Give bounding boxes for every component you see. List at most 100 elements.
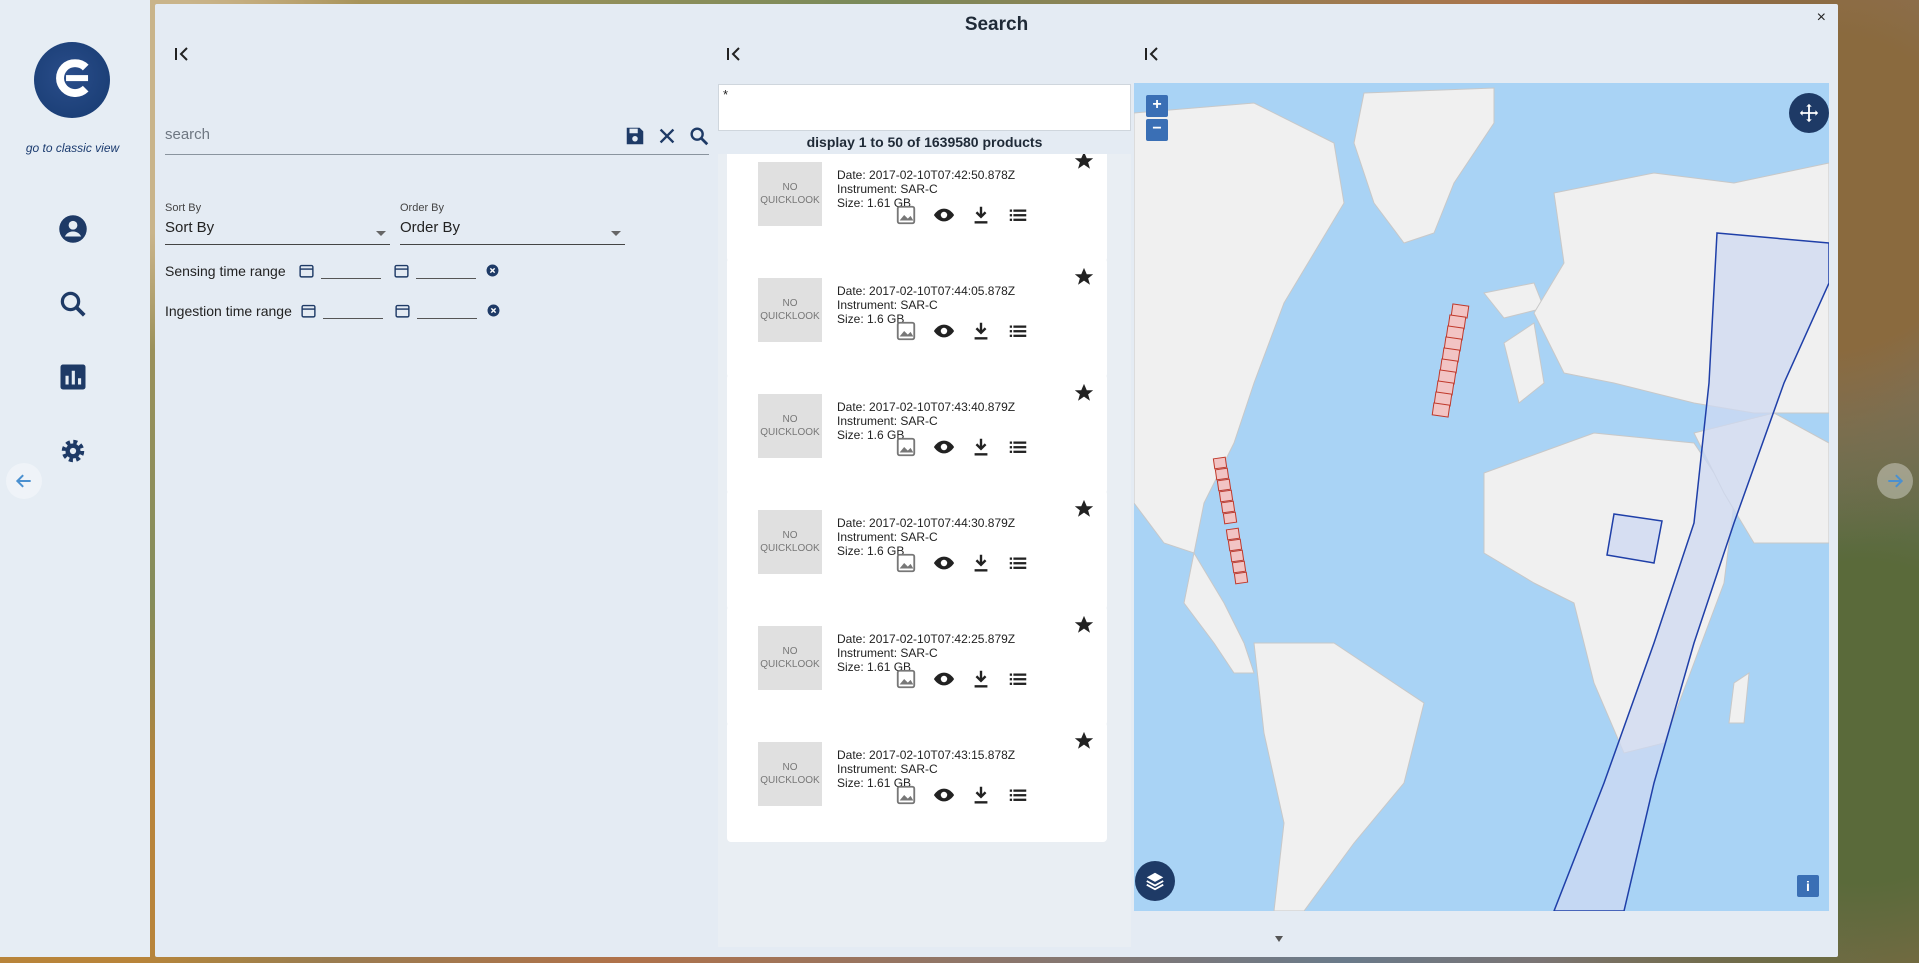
no-quicklook-placeholder: NO QUICKLOOK (758, 162, 822, 226)
zoom-in-button[interactable]: + (1146, 95, 1168, 117)
stats-icon[interactable] (58, 362, 88, 392)
quicklook-image-icon[interactable] (895, 668, 917, 690)
view-icon[interactable] (933, 320, 955, 342)
quicklook-image-icon[interactable] (895, 552, 917, 574)
details-list-icon[interactable] (1007, 436, 1029, 458)
calendar-icon[interactable] (394, 302, 411, 319)
view-icon[interactable] (933, 204, 955, 226)
fullscreen-button[interactable] (1789, 93, 1829, 133)
no-quicklook-line1: NO (782, 646, 798, 657)
ingestion-start-date[interactable] (323, 318, 383, 319)
details-list-icon[interactable] (1007, 320, 1029, 342)
star-icon[interactable] (1073, 730, 1095, 752)
view-icon[interactable] (933, 436, 955, 458)
no-quicklook-line1: NO (782, 762, 798, 773)
clear-range-icon[interactable] (487, 304, 500, 317)
result-card[interactable]: NO QUICKLOOK Date: 2017-02-10T07:43:40.87… (727, 374, 1107, 494)
download-icon[interactable] (970, 784, 992, 806)
quicklook-image-icon[interactable] (895, 784, 917, 806)
layers-icon (1146, 872, 1164, 891)
save-icon[interactable] (624, 125, 646, 147)
sort-by-select[interactable]: Sort By (165, 219, 390, 245)
product-date: Date: 2017-02-10T07:43:15.878Z (837, 748, 1016, 762)
sensing-end-date[interactable] (416, 278, 476, 279)
result-card[interactable]: NO QUICKLOOK Date: 2017-02-10T07:44:30.87… (727, 490, 1107, 610)
sort-by-label: Sort By (165, 202, 202, 214)
clear-icon[interactable] (656, 125, 678, 147)
calendar-icon[interactable] (300, 302, 317, 319)
result-card[interactable]: NO QUICKLOOK Date: 2017-02-10T07:42:25.87… (727, 606, 1107, 726)
no-quicklook-placeholder: NO QUICKLOOK (758, 626, 822, 690)
order-by-value: Order By (400, 219, 461, 236)
view-icon[interactable] (933, 552, 955, 574)
no-quicklook-line2: QUICKLOOK (760, 543, 820, 554)
star-icon[interactable] (1073, 614, 1095, 636)
layers-button[interactable] (1135, 861, 1175, 901)
user-icon[interactable] (58, 214, 88, 244)
query-textarea[interactable]: * (718, 84, 1131, 131)
download-icon[interactable] (970, 436, 992, 458)
details-list-icon[interactable] (1007, 552, 1029, 574)
product-instrument: Instrument: SAR-C (837, 762, 938, 776)
view-icon[interactable] (933, 784, 955, 806)
quicklook-image-icon[interactable] (895, 320, 917, 342)
search-submit-icon[interactable] (688, 125, 710, 147)
result-card[interactable]: NO QUICKLOOK Date: 2017-02-10T07:43:15.87… (727, 722, 1107, 842)
sort-by-value: Sort By (165, 219, 215, 236)
no-quicklook-line2: QUICKLOOK (760, 195, 820, 206)
page-title: Search (964, 14, 1029, 35)
search-input[interactable]: search (165, 119, 709, 155)
move-arrows-icon (1799, 103, 1819, 123)
previous-arrow-button[interactable] (6, 463, 42, 499)
sensing-start-date[interactable] (321, 278, 381, 279)
details-list-icon[interactable] (1007, 668, 1029, 690)
close-button[interactable]: × (1817, 9, 1826, 27)
ingestion-end-date[interactable] (417, 318, 477, 319)
product-date: Date: 2017-02-10T07:43:40.879Z (837, 400, 1016, 414)
world-map[interactable] (1134, 83, 1829, 911)
map-view[interactable]: + − i (1134, 83, 1829, 911)
star-icon[interactable] (1073, 154, 1095, 172)
no-quicklook-placeholder: NO QUICKLOOK (758, 278, 822, 342)
results-list: NO QUICKLOOK Date: 2017-02-10T07:42:50.87… (718, 154, 1131, 947)
clear-range-icon[interactable] (486, 264, 499, 277)
arrow-left-icon (15, 474, 31, 488)
result-card[interactable]: NO QUICKLOOK Date: 2017-02-10T07:42:50.87… (727, 154, 1107, 262)
no-quicklook-line1: NO (782, 182, 798, 193)
collapse-map-icon[interactable] (1143, 44, 1163, 64)
download-icon[interactable] (970, 552, 992, 574)
details-list-icon[interactable] (1007, 204, 1029, 226)
settings-icon[interactable] (58, 436, 88, 466)
download-icon[interactable] (970, 320, 992, 342)
result-card[interactable]: NO QUICKLOOK Date: 2017-02-10T07:44:05.87… (727, 258, 1107, 378)
quicklook-image-icon[interactable] (895, 436, 917, 458)
no-quicklook-line2: QUICKLOOK (760, 311, 820, 322)
esa-logo (34, 42, 110, 118)
search-icon[interactable] (58, 289, 88, 319)
star-icon[interactable] (1073, 498, 1095, 520)
collapse-filters-icon[interactable] (173, 44, 193, 64)
no-quicklook-line1: NO (782, 530, 798, 541)
classic-view-link[interactable]: go to classic view (0, 141, 145, 155)
next-arrow-button[interactable] (1877, 463, 1913, 499)
download-icon[interactable] (970, 204, 992, 226)
quicklook-image-icon[interactable] (895, 204, 917, 226)
zoom-out-button[interactable]: − (1146, 119, 1168, 141)
no-quicklook-placeholder: NO QUICKLOOK (758, 742, 822, 806)
no-quicklook-line2: QUICKLOOK (760, 775, 820, 786)
order-by-select[interactable]: Order By (400, 219, 625, 245)
collapse-results-icon[interactable] (725, 44, 745, 64)
star-icon[interactable] (1073, 266, 1095, 288)
info-button[interactable]: i (1797, 875, 1819, 897)
product-instrument: Instrument: SAR-C (837, 530, 938, 544)
calendar-icon[interactable] (393, 262, 410, 279)
view-icon[interactable] (933, 668, 955, 690)
details-list-icon[interactable] (1007, 784, 1029, 806)
sensing-range-label: Sensing time range (165, 263, 286, 279)
scroll-down-icon[interactable] (1275, 936, 1283, 942)
star-icon[interactable] (1073, 382, 1095, 404)
search-placeholder: search (165, 126, 211, 143)
calendar-icon[interactable] (298, 262, 315, 279)
download-icon[interactable] (970, 668, 992, 690)
product-instrument: Instrument: SAR-C (837, 182, 938, 196)
